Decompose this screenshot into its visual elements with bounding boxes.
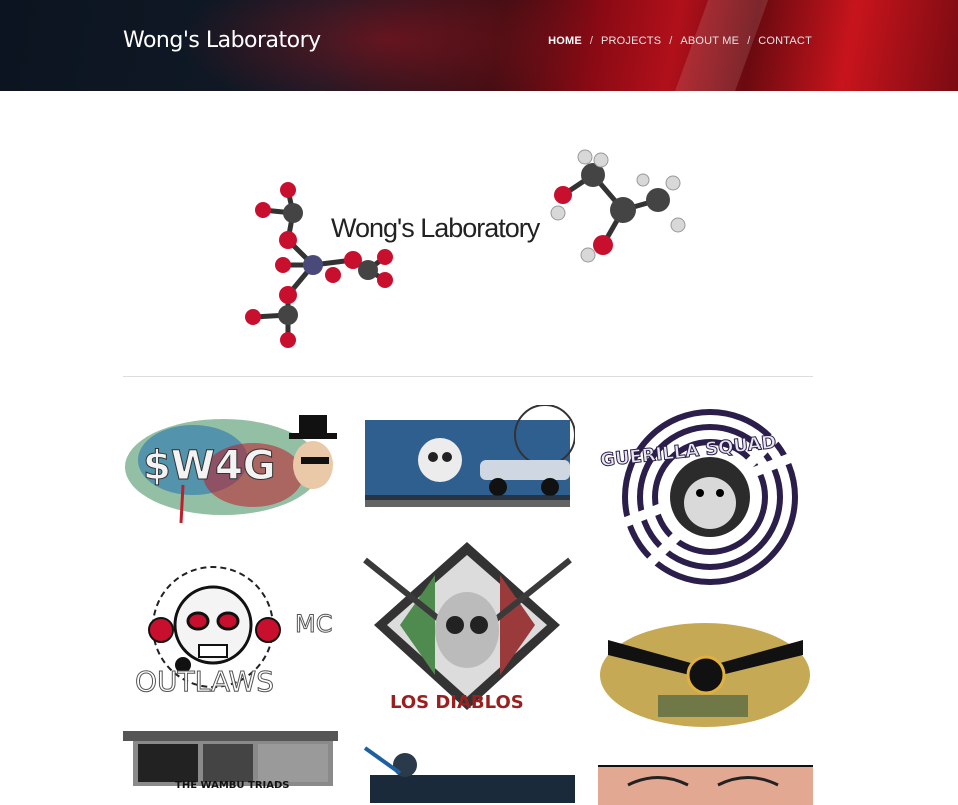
- gallery-tile-guerilla[interactable]: GUERILLA SQUAD: [598, 405, 813, 590]
- nav-about-me[interactable]: ABOUT ME: [680, 35, 739, 47]
- movie-art-icon: [363, 746, 575, 803]
- tile-label: LOS DIABLOS: [390, 692, 524, 713]
- gallery-tile-guns[interactable]: [598, 615, 813, 735]
- nav-contact[interactable]: CONTACT: [758, 35, 812, 47]
- molecule-graphic: [245, 149, 686, 348]
- main-nav: HOME / PROJECTS / ABOUT ME / CONTACT: [548, 35, 812, 47]
- nav-projects[interactable]: PROJECTS: [601, 35, 661, 47]
- gallery-tile-lowrider[interactable]: [360, 405, 575, 520]
- gallery-tile-los-diablos[interactable]: LOS DIABLOS: [360, 540, 575, 720]
- guns-logo-icon: [600, 623, 810, 727]
- site-title[interactable]: Wong's Laboratory: [123, 28, 321, 53]
- section-divider: [123, 376, 813, 377]
- tile-label-outlaws: OUTLAWS: [135, 665, 275, 699]
- gallery-tile-wambu[interactable]: THE WAMBU TRIADS: [123, 727, 338, 797]
- nav-home[interactable]: HOME: [548, 35, 582, 47]
- gorilla-logo-icon: [616, 409, 800, 585]
- gallery-tile-outlaws[interactable]: MC OUTLAWS: [123, 555, 338, 710]
- logo-wordmark: Wong's Laboratory: [331, 213, 540, 243]
- lab-logo: Wong's Laboratory: [123, 145, 813, 350]
- gallery-tile-swag[interactable]: $W4G: [123, 405, 338, 530]
- skull-lowrider-art-icon: [365, 405, 575, 507]
- gallery-tile-movie[interactable]: [360, 743, 575, 803]
- tile-label: $W4G: [143, 443, 277, 490]
- gallery-tile-face[interactable]: [598, 765, 813, 805]
- nav-separator: /: [747, 35, 751, 47]
- tile-label-mc: MC: [294, 610, 333, 639]
- nav-separator: /: [589, 35, 593, 47]
- site-header: Wong's Laboratory HOME / PROJECTS / ABOU…: [0, 0, 958, 91]
- face-art-icon: [598, 765, 813, 805]
- tile-label: THE WAMBU TRIADS: [175, 780, 290, 791]
- nav-separator: /: [669, 35, 673, 47]
